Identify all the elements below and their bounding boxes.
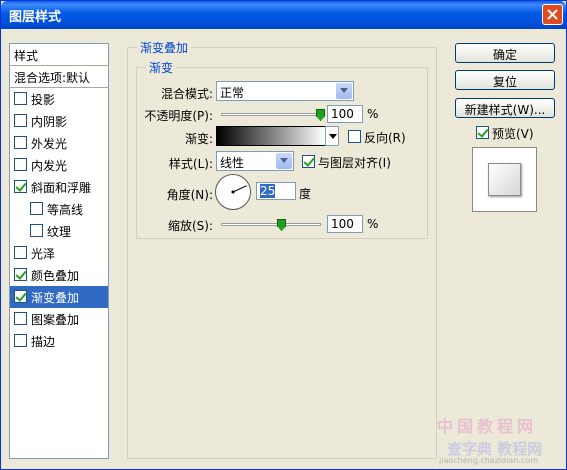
style-item-checkbox[interactable] [14, 246, 27, 259]
style-item-label: 图案叠加 [31, 313, 80, 327]
style-item-label: 内发光 [31, 159, 68, 173]
layer-style-dialog: 图层样式 样式 混合选项:默认 投影内阴影外发光内发光斜面和浮雕等高线纹理光泽颜… [0, 0, 567, 470]
watermark-line3: jiaocheng.chazidian.com [439, 456, 539, 465]
style-item[interactable]: 外发光 [10, 132, 108, 154]
angle-unit: 度 [299, 187, 312, 201]
gradient-label: 渐变: [184, 132, 213, 146]
blend-options-item[interactable]: 混合选项:默认 [10, 66, 108, 88]
reset-button[interactable]: 复位 [455, 70, 555, 90]
angle-label: 角度(N): [166, 188, 213, 202]
ok-button[interactable]: 确定 [455, 43, 555, 63]
style-item-checkbox[interactable] [14, 334, 27, 347]
opacity-slider[interactable] [221, 113, 321, 116]
blend-mode-select[interactable]: 正常 [216, 81, 354, 101]
style-item-checkbox[interactable] [14, 290, 27, 303]
align-with-layer-label: 与图层对齐(I) [318, 156, 391, 170]
reverse-label: 反向(R) [364, 131, 406, 145]
preview-swatch [472, 147, 537, 212]
blend-mode-value: 正常 [220, 86, 245, 100]
style-item-checkbox[interactable] [30, 224, 43, 237]
scale-slider[interactable] [221, 223, 321, 226]
style-item[interactable]: 颜色叠加 [10, 264, 108, 286]
style-select[interactable]: 线性 [216, 151, 294, 171]
style-item-label: 等高线 [47, 203, 84, 217]
style-item-label: 纹理 [47, 225, 72, 239]
angle-needle [231, 185, 247, 194]
watermark-line1: 中国教程网 [437, 417, 538, 436]
style-label: 样式(L): [168, 157, 213, 171]
style-item-checkbox[interactable] [14, 114, 27, 127]
style-item-checkbox[interactable] [14, 180, 27, 193]
style-item-label: 颜色叠加 [31, 269, 80, 283]
title-bar[interactable]: 图层样式 [1, 1, 566, 29]
preview-thumbnail [488, 163, 521, 196]
style-item-label: 投影 [31, 93, 56, 107]
gradient-dropdown-button[interactable] [325, 126, 339, 146]
angle-value: 25 [260, 184, 276, 198]
window-title: 图层样式 [9, 10, 62, 25]
scale-unit: % [367, 217, 379, 231]
style-item[interactable]: 描边 [10, 330, 108, 352]
style-item-checkbox[interactable] [30, 202, 43, 215]
style-value: 线性 [220, 156, 245, 170]
close-icon [547, 9, 558, 20]
new-style-button[interactable]: 新建样式(W)... [455, 98, 555, 118]
angle-input[interactable]: 25 [256, 182, 296, 200]
style-item[interactable]: 斜面和浮雕 [10, 176, 108, 198]
gradient-overlay-title: 渐变叠加 [137, 39, 192, 56]
style-item-checkbox[interactable] [14, 312, 27, 325]
watermark: 中国教程网 查字典 教程网 jiaocheng.chazidian.com [437, 413, 563, 465]
scale-label: 缩放(S): [167, 219, 213, 233]
styles-list: 样式 混合选项:默认 投影内阴影外发光内发光斜面和浮雕等高线纹理光泽颜色叠加渐变… [9, 43, 109, 459]
style-item-label: 内阴影 [31, 115, 68, 129]
preview-label: 预览(V) [492, 127, 534, 141]
preview-checkbox[interactable] [476, 126, 489, 139]
opacity-unit: % [367, 107, 379, 121]
chevron-down-icon[interactable] [336, 83, 352, 99]
scale-input[interactable]: 100 [327, 215, 363, 233]
style-item[interactable]: 内发光 [10, 154, 108, 176]
opacity-label: 不透明度(P): [144, 109, 213, 123]
style-item[interactable]: 渐变叠加 [10, 286, 108, 308]
angle-dial[interactable] [215, 174, 251, 210]
style-item-label: 外发光 [31, 137, 68, 151]
gradient-swatch[interactable] [216, 126, 326, 146]
style-item-checkbox[interactable] [14, 136, 27, 149]
chevron-down-icon[interactable] [276, 153, 292, 169]
gradient-subgroup-title: 渐变 [146, 59, 177, 76]
style-item-label: 描边 [31, 335, 56, 349]
style-item[interactable]: 光泽 [10, 242, 108, 264]
style-item[interactable]: 等高线 [10, 198, 108, 220]
style-item-checkbox[interactable] [14, 92, 27, 105]
reverse-checkbox[interactable] [348, 130, 361, 143]
style-item-label: 渐变叠加 [31, 291, 80, 305]
blend-mode-label: 混合模式: [160, 87, 213, 101]
style-item-checkbox[interactable] [14, 268, 27, 281]
styles-header[interactable]: 样式 [10, 44, 108, 66]
style-item-label: 光泽 [31, 247, 56, 261]
style-item[interactable]: 投影 [10, 88, 108, 110]
close-button[interactable] [542, 4, 563, 25]
align-with-layer-checkbox[interactable] [302, 155, 315, 168]
style-item[interactable]: 纹理 [10, 220, 108, 242]
style-item[interactable]: 图案叠加 [10, 308, 108, 330]
opacity-input[interactable]: 100 [327, 105, 363, 123]
style-item-label: 斜面和浮雕 [31, 181, 92, 195]
style-item-checkbox[interactable] [14, 158, 27, 171]
style-item[interactable]: 内阴影 [10, 110, 108, 132]
